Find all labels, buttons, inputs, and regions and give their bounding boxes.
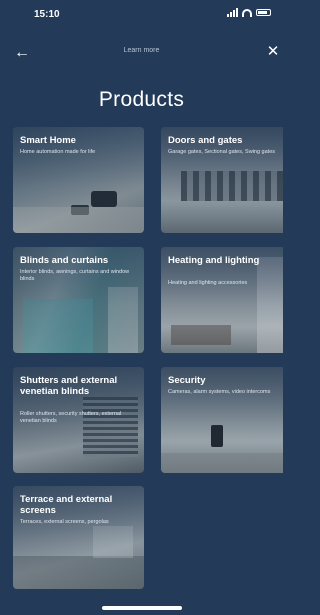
close-icon[interactable]: ✕ — [265, 43, 281, 61]
card-title: Smart Home — [20, 135, 76, 146]
card-description: Home automation made for life — [20, 149, 96, 155]
card-description: Cameras, alarm systems, video intercoms — [168, 389, 271, 395]
cellular-signal-icon — [227, 8, 238, 17]
card-description: Interior blinds, awnings, curtains and w… — [20, 269, 130, 282]
battery-icon — [256, 9, 271, 16]
product-card-terrace-and-external-screens[interactable]: Terrace and external screens Terraces, e… — [13, 486, 144, 589]
card-title: Heating and lighting — [168, 255, 260, 266]
nav-bar: ← Learn more ✕ — [0, 42, 283, 64]
home-indicator[interactable] — [102, 606, 182, 610]
nav-title: Learn more — [123, 47, 160, 54]
product-card-security[interactable]: Security Cameras, alarm systems, video i… — [161, 367, 283, 473]
product-card-heating-and-lighting[interactable]: Heating and lighting Heating and lightin… — [161, 247, 283, 353]
status-bar: 15:10 — [0, 0, 283, 28]
card-title: Doors and gates — [168, 135, 243, 146]
card-description: Garage gates, Sectional gates, Swing gat… — [168, 149, 276, 155]
product-card-smart-home[interactable]: Smart Home Home automation made for life — [13, 127, 144, 233]
card-description: Terraces, external screens, pergolas — [20, 519, 109, 525]
card-description: Heating and lighting accessories — [168, 280, 248, 286]
product-card-blinds-and-curtains[interactable]: Blinds and curtains Interior blinds, awn… — [13, 247, 144, 353]
card-description: Roller shutters, security shutters, exte… — [20, 411, 122, 424]
card-title: Security — [168, 375, 206, 386]
page-title: Products — [98, 88, 185, 111]
card-title: Blinds and curtains — [20, 255, 109, 266]
product-card-doors-and-gates[interactable]: Doors and gates Garage gates, Sectional … — [161, 127, 283, 233]
status-icons — [227, 8, 271, 17]
product-card-shutters-and-external-venetian-blinds[interactable]: Shutters and external venetian blinds Ro… — [13, 367, 144, 473]
card-title: Shutters and external venetian blinds — [20, 375, 118, 397]
card-title: Terrace and external screens — [20, 494, 113, 516]
back-arrow-icon[interactable]: ← — [14, 44, 34, 62]
status-time: 15:10 — [34, 9, 60, 20]
wifi-icon — [242, 8, 252, 17]
